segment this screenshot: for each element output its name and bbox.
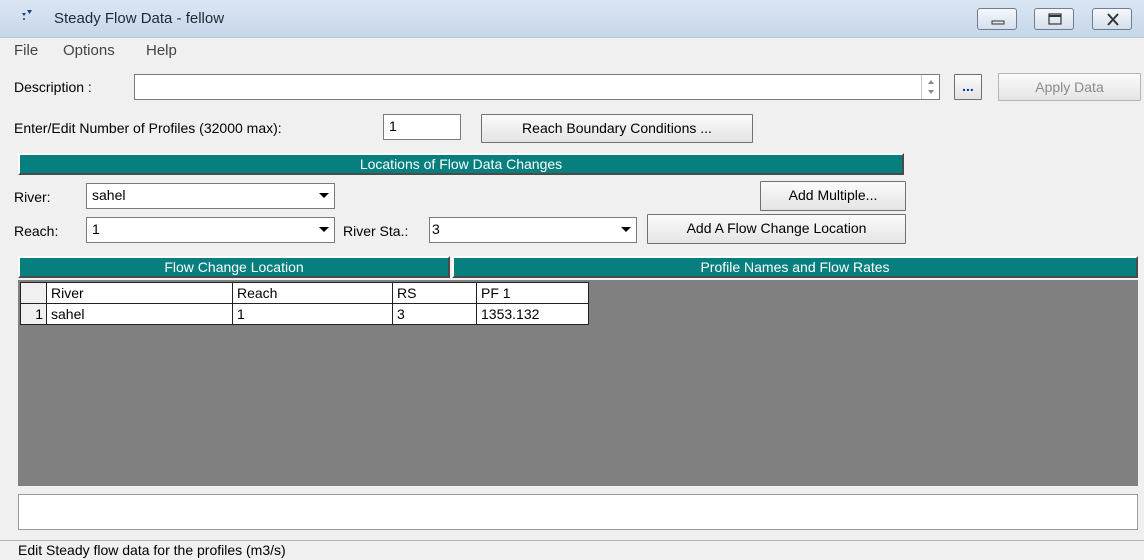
river-sta-label: River Sta.: <box>343 223 409 239</box>
close-icon <box>1107 13 1119 26</box>
reach-dropdown-icon[interactable] <box>316 220 332 238</box>
river-sta-select[interactable]: 3 <box>429 217 637 243</box>
locations-header: Locations of Flow Data Changes <box>18 153 904 175</box>
column-header-reach[interactable]: Reach <box>232 282 393 304</box>
river-select[interactable]: sahel <box>86 183 335 209</box>
reach-label: Reach: <box>14 223 59 239</box>
row-header-corner <box>20 282 47 304</box>
close-button[interactable] <box>1092 8 1132 30</box>
status-text: Edit Steady flow data for the profiles (… <box>18 542 286 558</box>
add-flow-change-location-button[interactable]: Add A Flow Change Location <box>647 214 906 244</box>
minimize-icon <box>991 20 1005 25</box>
cell-reach[interactable]: 1 <box>232 303 393 325</box>
river-dropdown-icon[interactable] <box>316 186 332 204</box>
cell-edit-box[interactable] <box>18 494 1138 530</box>
column-header-river[interactable]: River <box>46 282 233 304</box>
cell-rs[interactable]: 3 <box>392 303 477 325</box>
cell-pf1[interactable]: 1353.132 <box>476 303 589 325</box>
reach-boundary-conditions-button[interactable]: Reach Boundary Conditions ... <box>481 114 753 143</box>
flow-data-grid: River Reach RS PF 1 1 sahel 1 3 1353.132 <box>18 280 1138 486</box>
minimize-button[interactable] <box>977 8 1017 30</box>
reach-select[interactable]: 1 <box>86 217 335 243</box>
description-label: Description : <box>14 79 92 95</box>
river-label: River: <box>14 189 51 205</box>
add-multiple-button[interactable]: Add Multiple... <box>760 181 906 211</box>
maximize-icon <box>1048 13 1062 25</box>
window-title: Steady Flow Data - fellow <box>54 10 225 27</box>
status-bar: Edit Steady flow data for the profiles (… <box>0 540 1144 560</box>
column-header-rs[interactable]: RS <box>392 282 477 304</box>
table-header-row: River Reach RS PF 1 <box>20 282 589 304</box>
app-icon <box>22 10 32 20</box>
column-header-pf1[interactable]: PF 1 <box>476 282 589 304</box>
description-spinner[interactable] <box>921 75 939 99</box>
menu-help[interactable]: Help <box>146 42 177 59</box>
flow-change-location-header: Flow Change Location <box>18 256 450 278</box>
title-bar: Steady Flow Data - fellow <box>0 0 1144 38</box>
description-browse-button[interactable]: ... <box>954 74 982 100</box>
river-sta-dropdown-icon[interactable] <box>618 220 634 238</box>
menu-options[interactable]: Options <box>63 42 115 59</box>
row-number[interactable]: 1 <box>20 303 47 325</box>
menu-bar: File Options Help <box>0 38 1144 64</box>
profile-names-flow-rates-header: Profile Names and Flow Rates <box>452 256 1138 278</box>
description-input[interactable] <box>134 74 940 100</box>
spinner-arrows-icon <box>928 80 934 94</box>
cell-river[interactable]: sahel <box>46 303 233 325</box>
flow-table: River Reach RS PF 1 1 sahel 1 3 1353.132 <box>20 282 589 325</box>
apply-data-button[interactable]: Apply Data <box>998 73 1141 101</box>
table-row: 1 sahel 1 3 1353.132 <box>20 303 589 325</box>
profiles-label: Enter/Edit Number of Profiles (32000 max… <box>14 120 282 136</box>
maximize-button[interactable] <box>1034 8 1074 30</box>
profiles-count-input[interactable]: 1 <box>383 114 461 140</box>
menu-file[interactable]: File <box>14 42 38 59</box>
